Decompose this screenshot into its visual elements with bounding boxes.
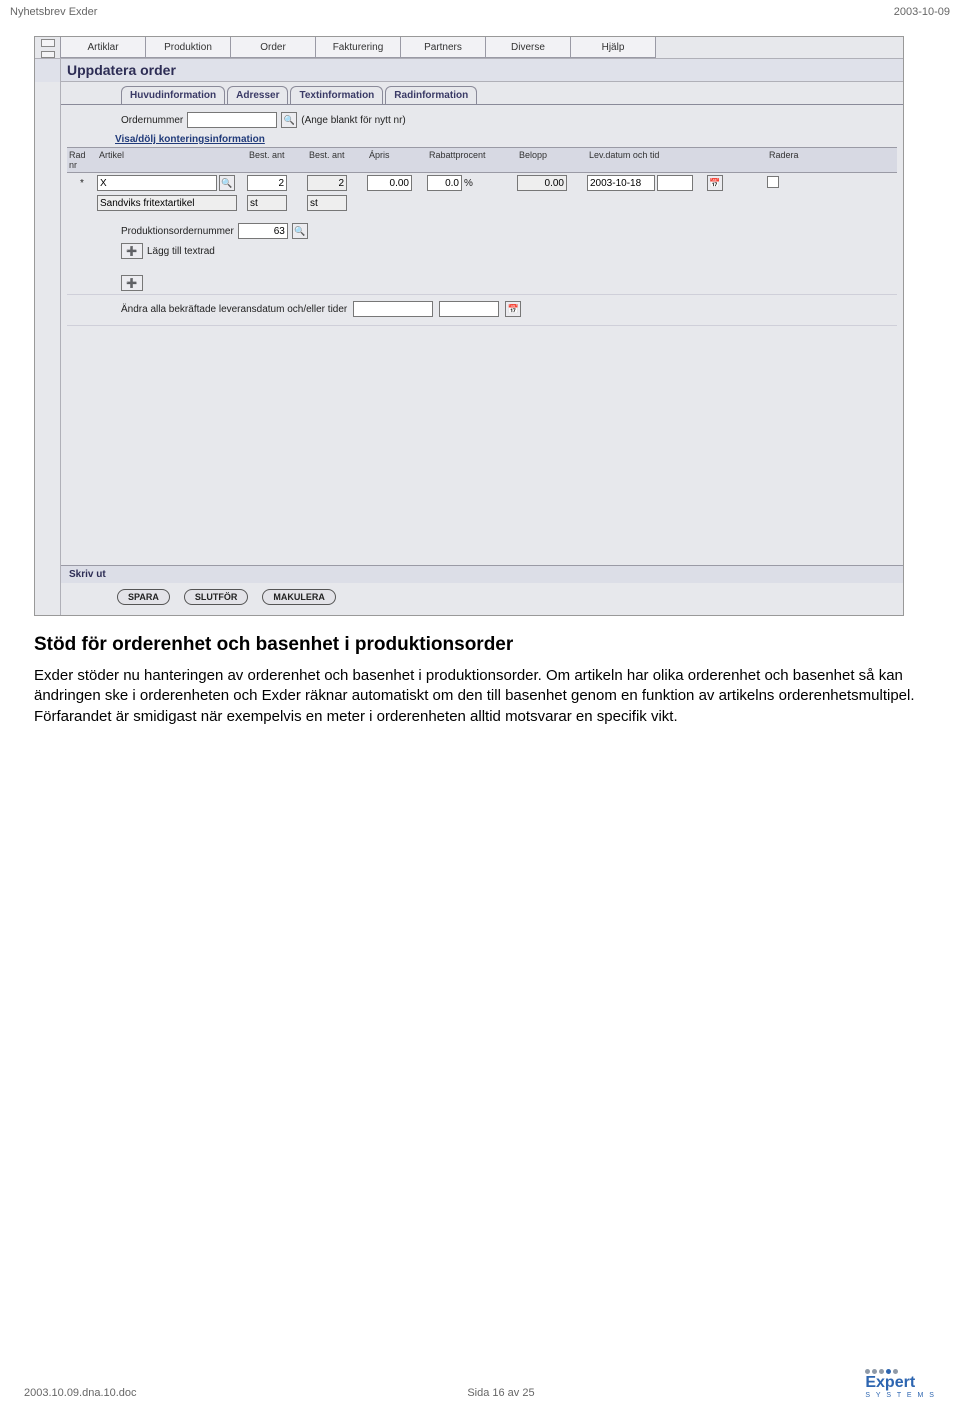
best2-input [307,175,347,191]
ordernr-input[interactable] [187,112,277,128]
app-window: Artiklar Produktion Order Fakturering Pa… [34,36,904,616]
table-row [67,193,897,213]
spara-button[interactable]: SPARA [117,589,170,605]
button-row: SPARA SLUTFÖR MAKULERA [61,583,903,615]
col-best1: Best. ant [247,150,307,170]
menu-order[interactable]: Order [230,37,316,58]
skrivut-label[interactable]: Skriv ut [69,569,106,580]
skrivut-bar[interactable]: Skriv ut [61,565,903,583]
page-footer: 2003.10.09.dna.10.doc Sida 16 av 25 Expe… [0,1369,960,1399]
search-icon[interactable]: 🔍 [281,112,297,128]
slutfor-button[interactable]: SLUTFÖR [184,589,249,605]
unit2 [307,195,347,211]
page-title: Uppdatera order [61,59,903,82]
menu-diverse[interactable]: Diverse [485,37,571,58]
artikel-name [97,195,237,211]
footer-page: Sida 16 av 25 [467,1387,534,1399]
search-icon[interactable]: 🔍 [219,175,235,191]
menu-produktion[interactable]: Produktion [145,37,231,58]
kontering-link[interactable]: Visa/dölj konteringsinformation [115,134,897,145]
col-radera: Radera [767,150,807,170]
col-artikel: Artikel [97,150,247,170]
col-best2: Best. ant [307,150,367,170]
levdatum-input[interactable] [587,175,655,191]
header-date: 2003-10-09 [894,6,950,18]
col-belopp: Belopp [517,150,587,170]
add-textrow-label[interactable]: Lägg till textrad [147,246,215,257]
table-row: * 🔍 % 📅 [67,173,897,193]
radnr-value: * [67,178,97,189]
artikel-input[interactable] [97,175,217,191]
page-header: Nyhetsbrev Exder 2003-10-09 [0,0,960,36]
belopp-input [517,175,567,191]
ordernr-label: Ordernummer [121,115,183,126]
change-all-row: Ändra alla bekräftade leveransdatum och/… [67,294,897,325]
prodorder-input[interactable] [238,223,288,239]
grid-icon[interactable] [41,51,55,59]
best1-input[interactable] [247,175,287,191]
rabatt-unit: % [464,178,473,189]
apris-input[interactable] [367,175,412,191]
makulera-button[interactable]: MAKULERA [262,589,336,605]
ordernr-hint: (Ange blankt för nytt nr) [301,115,406,126]
col-apris: Ápris [367,150,427,170]
tab-huvudinformation[interactable]: Huvudinformation [121,86,225,104]
menu-partners[interactable]: Partners [400,37,486,58]
tab-radinformation[interactable]: Radinformation [385,86,477,104]
add-row-icon[interactable]: ➕ [121,243,143,259]
add-row-icon[interactable]: ➕ [121,275,143,291]
tab-adresser[interactable]: Adresser [227,86,288,104]
menu-hjalp[interactable]: Hjälp [570,37,656,58]
change-time-input[interactable] [439,301,499,317]
logo: Expert S Y S T E M S [865,1369,936,1399]
logo-text: Expert [865,1374,936,1392]
prodorder-label: Produktionsordernummer [121,226,234,237]
article-heading: Stöd för orderenhet och basenhet i produ… [34,634,926,656]
radera-checkbox[interactable] [767,176,779,188]
form-area: Ordernummer 🔍 (Ange blankt för nytt nr) … [61,105,903,565]
grid-header: Rad nr Artikel Best. ant Best. ant Ápris… [67,147,897,173]
rabatt-input[interactable] [427,175,462,191]
col-levdatum: Lev.datum och tid [587,150,707,170]
title-bar: Uppdatera order [35,59,903,82]
search-icon[interactable]: 🔍 [292,223,308,239]
change-date-input[interactable] [353,301,433,317]
tab-textinformation[interactable]: Textinformation [290,86,383,104]
col-rabatt: Rabattprocent [427,150,517,170]
footer-filename: 2003.10.09.dna.10.doc [24,1387,137,1399]
side-icons [35,37,61,58]
calendar-icon[interactable]: 📅 [505,301,521,317]
unit1 [247,195,287,211]
header-left: Nyhetsbrev Exder [10,6,97,18]
blank-area [67,325,897,555]
logo-subtext: S Y S T E M S [865,1392,936,1399]
levtid-input[interactable] [657,175,693,191]
col-radnr: Rad nr [67,150,97,170]
article: Stöd för orderenhet och basenhet i produ… [0,634,960,727]
home-icon[interactable] [41,39,55,47]
article-body: Exder stöder nu hanteringen av orderenhe… [34,666,926,727]
menu-artiklar[interactable]: Artiklar [60,37,146,58]
calendar-icon[interactable]: 📅 [707,175,723,191]
subtab-row: Huvudinformation Adresser Textinformatio… [61,82,903,105]
menu-bar: Artiklar Produktion Order Fakturering Pa… [35,37,903,59]
change-all-label: Ändra alla bekräftade leveransdatum och/… [121,304,347,315]
menu-fakturering[interactable]: Fakturering [315,37,401,58]
